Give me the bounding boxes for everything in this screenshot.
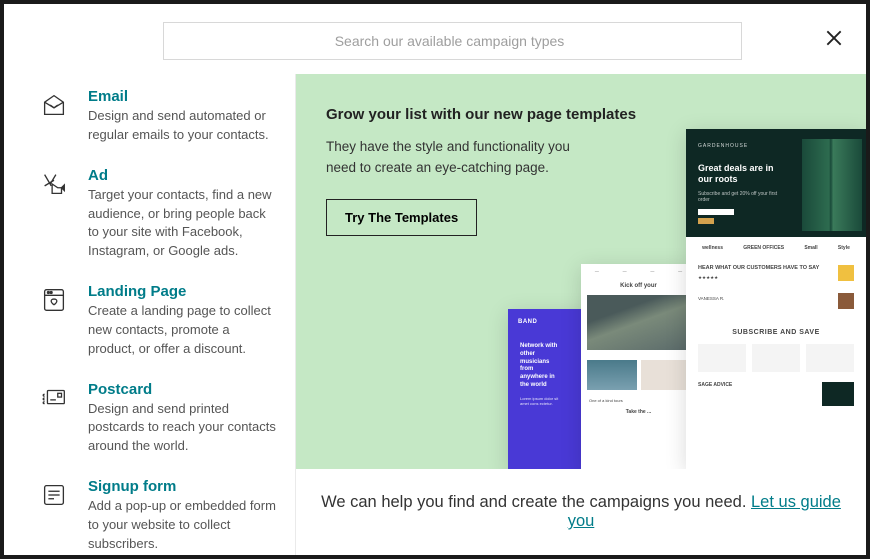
main-panel: Grow your list with our new page templat… [296,74,866,555]
search-box[interactable] [163,22,742,60]
campaign-type-desc: Target your contacts, find a new audienc… [88,186,277,261]
hero-banner: Grow your list with our new page templat… [296,74,866,469]
search-input[interactable] [170,33,729,49]
email-icon [38,88,70,145]
footer-help: We can help you find and create the camp… [296,469,866,555]
footer-text: We can help you find and create the camp… [321,493,751,511]
campaign-type-title[interactable]: Ad [88,167,277,184]
template-preview-a: GARDENHOUSE Great deals are in our roots… [686,129,866,469]
campaign-type-signup-form[interactable]: Signup form Add a pop-up or embedded for… [38,478,277,554]
campaign-type-desc: Design and send printed postcards to rea… [88,400,277,457]
campaign-type-email[interactable]: Email Design and send automated or regul… [38,88,277,145]
campaign-type-desc: Design and send automated or regular ema… [88,107,277,145]
campaign-type-title[interactable]: Landing Page [88,283,277,300]
campaign-type-title[interactable]: Email [88,88,277,105]
signup-form-icon [38,478,70,554]
campaign-type-desc: Create a landing page to collect new con… [88,302,277,359]
campaign-type-landing-page[interactable]: Landing Page Create a landing page to co… [38,283,277,359]
search-row [4,4,866,74]
close-button[interactable] [824,28,844,53]
close-icon [824,35,844,52]
try-templates-button[interactable]: Try The Templates [326,199,477,236]
landing-page-icon [38,283,70,359]
campaign-type-modal: Email Design and send automated or regul… [4,4,866,555]
campaign-type-desc: Add a pop-up or embedded form to your we… [88,497,277,554]
campaign-type-title[interactable]: Postcard [88,381,277,398]
campaign-type-sidebar: Email Design and send automated or regul… [4,74,296,555]
campaign-type-ad[interactable]: Ad Target your contacts, find a new audi… [38,167,277,261]
modal-body: Email Design and send automated or regul… [4,74,866,555]
ad-icon [38,167,70,261]
campaign-type-postcard[interactable]: Postcard Design and send printed postcar… [38,381,277,457]
template-preview-b: ———— Kick off your One of a kind tours T… [581,264,696,469]
campaign-type-title[interactable]: Signup form [88,478,277,495]
hero-title: Grow your list with our new page templat… [326,106,836,123]
template-mockups: BAND Network with other musicians from a… [506,129,866,469]
postcard-icon [38,381,70,457]
